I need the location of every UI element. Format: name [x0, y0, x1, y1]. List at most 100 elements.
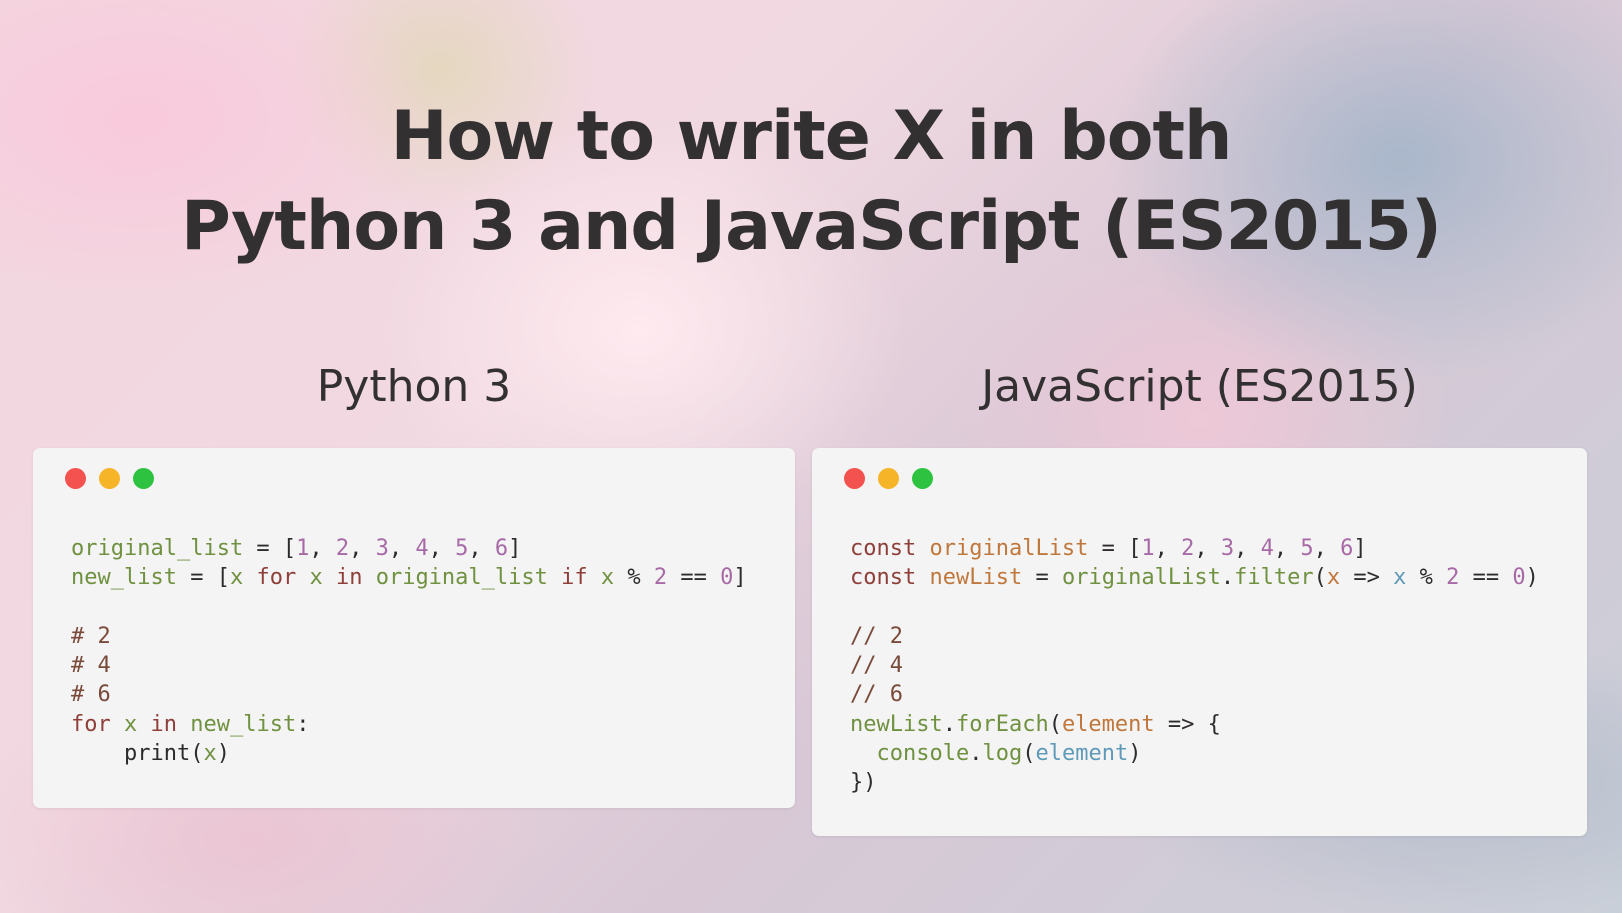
- code-token: 3: [1220, 536, 1235, 561]
- code-token: for: [256, 565, 297, 591]
- window-controls: [65, 468, 154, 489]
- code-token: ]: [733, 565, 747, 591]
- code-token: ==: [667, 565, 721, 591]
- code-token: ,: [1154, 536, 1182, 561]
- code-token: if: [561, 565, 588, 591]
- title-line-1: How to write X in both: [390, 97, 1233, 176]
- code-token: (: [1022, 741, 1036, 767]
- code-token: new_list: [71, 565, 177, 591]
- code-token: new_list: [190, 711, 297, 737]
- code-token: newList: [929, 565, 1023, 591]
- python-code-block: original_list = [1, 2, 3, 4, 5, 6] new_li…: [71, 534, 747, 768]
- code-token: newList: [850, 711, 943, 737]
- code-token: const: [850, 565, 917, 591]
- code-line: // 2: [850, 622, 1539, 651]
- code-token: ,: [309, 536, 336, 561]
- code-token: x: [203, 741, 217, 767]
- code-token: =: [1022, 565, 1062, 591]
- code-token: ]: [1353, 536, 1367, 561]
- code-line: # 4: [71, 651, 747, 680]
- code-token: original_list: [71, 536, 244, 561]
- code-token: 3: [375, 536, 389, 561]
- code-token: 2: [1181, 536, 1195, 561]
- code-token: // 2: [850, 623, 903, 649]
- code-line: original_list = [1, 2, 3, 4, 5, 6]: [71, 534, 747, 563]
- code-token: forEach: [955, 711, 1049, 737]
- code-token: # 2: [71, 623, 111, 649]
- code-token: .: [942, 711, 956, 737]
- code-line: const originalList = [1, 2, 3, 4, 5, 6]: [850, 534, 1539, 563]
- code-token: ,: [1313, 536, 1341, 561]
- page-title: How to write X in both Python 3 and Java…: [0, 92, 1622, 272]
- code-token: %: [1406, 565, 1447, 591]
- code-token: ): [1128, 741, 1142, 767]
- code-token: =>: [1340, 565, 1394, 591]
- code-token: (: [1313, 565, 1327, 591]
- code-token: 0: [720, 565, 734, 591]
- close-dot-icon: [65, 468, 86, 489]
- code-token: ,: [468, 536, 495, 561]
- code-line: }): [850, 768, 1539, 797]
- code-token: # 4: [71, 653, 111, 679]
- code-token: x: [600, 565, 615, 591]
- code-token: 5: [1300, 536, 1314, 561]
- code-line: newList.forEach(element => {: [850, 710, 1539, 739]
- code-token: 1: [296, 536, 310, 561]
- code-token: = [: [176, 565, 230, 591]
- code-token: ,: [428, 536, 456, 561]
- code-token: const: [850, 536, 917, 561]
- code-token: 6: [494, 536, 509, 561]
- code-token: = [: [1088, 536, 1142, 561]
- code-token: = [: [243, 536, 297, 561]
- code-line: console.log(element): [850, 739, 1539, 768]
- code-line: # 2: [71, 622, 747, 651]
- code-token: ,: [349, 536, 376, 561]
- code-token: original_list: [375, 565, 548, 591]
- code-token: for: [71, 711, 111, 737]
- code-token: filter: [1234, 565, 1314, 591]
- code-token: .: [1220, 565, 1235, 591]
- code-token: console: [876, 741, 970, 767]
- minimize-dot-icon: [99, 468, 120, 489]
- code-token: %: [614, 565, 654, 591]
- code-token: 6: [1340, 536, 1354, 561]
- code-token: .: [969, 741, 983, 767]
- code-line: for x in new_list:: [71, 710, 747, 739]
- code-token: x: [124, 711, 138, 737]
- code-token: (: [1048, 711, 1062, 737]
- code-token: ,: [1194, 536, 1221, 561]
- code-token: 2: [1446, 565, 1460, 591]
- minimize-dot-icon: [878, 468, 899, 489]
- code-token: originalList: [1061, 565, 1221, 591]
- code-token: ,: [1234, 536, 1261, 561]
- code-token: originalList: [929, 536, 1089, 561]
- window-controls: [844, 468, 933, 489]
- code-token: in: [150, 711, 178, 737]
- javascript-code-block: const originalList = [1, 2, 3, 4, 5, 6] c…: [850, 534, 1539, 798]
- code-line: // 4: [850, 651, 1539, 680]
- code-token: // 6: [850, 682, 903, 708]
- maximize-dot-icon: [133, 468, 154, 489]
- javascript-heading: JavaScript (ES2015): [981, 361, 1418, 412]
- code-token: ]: [508, 536, 522, 561]
- code-token: 2: [653, 565, 668, 591]
- code-token: 5: [455, 536, 469, 561]
- code-token: :: [296, 711, 310, 737]
- python-heading: Python 3: [316, 361, 512, 412]
- code-token: }): [850, 770, 877, 796]
- code-token: 1: [1141, 536, 1155, 561]
- code-token: 2: [335, 536, 350, 561]
- code-line: print(x): [71, 739, 747, 768]
- code-token: 4: [415, 536, 429, 561]
